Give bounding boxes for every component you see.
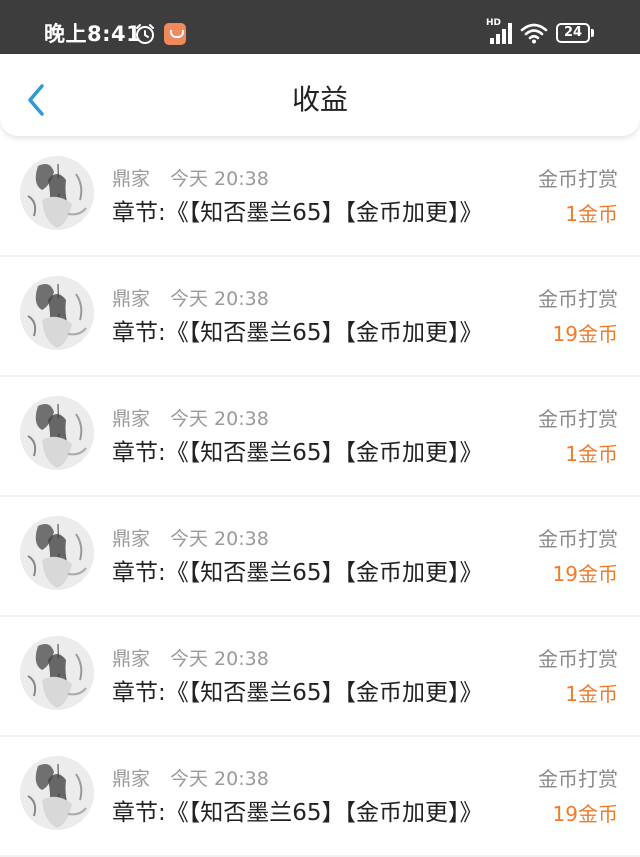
avatar-image (20, 156, 94, 230)
list-item[interactable]: 鼎家 今天 20:38 章节:《【知否墨兰65】【金币加更】》 金币打赏 1金币 (0, 137, 640, 255)
chapter-title: 章节:《【知否墨兰65】【金币加更】》 (112, 560, 483, 586)
avatar[interactable] (20, 156, 94, 230)
avatar[interactable] (20, 756, 94, 830)
username: 鼎家 (112, 648, 151, 670)
reward-amount: 1金币 (565, 202, 618, 226)
chapter-title: 章节:《【知否墨兰65】【金币加更】》 (112, 320, 483, 346)
chapter-title: 章节:《【知否墨兰65】【金币加更】》 (112, 200, 483, 226)
list-item[interactable]: 鼎家 今天 20:38 章节:《【知否墨兰65】【金币加更】》 金币打赏 1金币 (0, 377, 640, 495)
avatar-image (20, 636, 94, 710)
username: 鼎家 (112, 768, 151, 790)
chapter-title: 章节:《【知否墨兰65】【金币加更】》 (112, 680, 483, 706)
app-notification-icon (164, 23, 186, 45)
chapter-title: 章节:《【知否墨兰65】【金币加更】》 (112, 440, 483, 466)
status-bar: 晚上8:41 HD 24 (0, 0, 640, 54)
timestamp: 今天 20:38 (170, 768, 269, 790)
alarm-clock-icon (136, 24, 154, 44)
avatar[interactable] (20, 516, 94, 590)
reward-amount: 19金币 (552, 562, 618, 586)
reward-amount: 19金币 (552, 802, 618, 826)
timestamp: 今天 20:38 (170, 168, 269, 190)
avatar-image (20, 276, 94, 350)
list-item[interactable]: 鼎家 今天 20:38 章节:《【知否墨兰65】【金币加更】》 金币打赏 1金币 (0, 617, 640, 735)
username: 鼎家 (112, 288, 151, 310)
list-item[interactable]: 鼎家 今天 20:38 章节:《【知否墨兰65】【金币加更】》 金币打赏 19金… (0, 257, 640, 375)
username: 鼎家 (112, 528, 151, 550)
reward-type: 金币打赏 (538, 287, 618, 311)
reward-amount: 1金币 (565, 682, 618, 706)
reward-type: 金币打赏 (538, 647, 618, 671)
list-item[interactable]: 鼎家 今天 20:38 章节:《【知否墨兰65】【金币加更】》 金币打赏 19金… (0, 497, 640, 615)
chapter-title: 章节:《【知否墨兰65】【金币加更】》 (112, 800, 483, 826)
username: 鼎家 (112, 168, 151, 190)
reward-type: 金币打赏 (538, 407, 618, 431)
status-time: 晚上8:41 (44, 22, 142, 46)
avatar-image (20, 756, 94, 830)
avatar[interactable] (20, 276, 94, 350)
avatar[interactable] (20, 636, 94, 710)
reward-type: 金币打赏 (538, 767, 618, 791)
avatar-image (20, 396, 94, 470)
timestamp: 今天 20:38 (170, 288, 269, 310)
reward-type: 金币打赏 (538, 167, 618, 191)
reward-amount: 19金币 (552, 322, 618, 346)
timestamp: 今天 20:38 (170, 528, 269, 550)
timestamp: 今天 20:38 (170, 648, 269, 670)
nav-bar: 收益 (0, 54, 640, 136)
avatar-image (20, 516, 94, 590)
page-title: 收益 (291, 83, 348, 116)
cellular-signal-icon (490, 23, 512, 44)
income-list: 鼎家 今天 20:38 章节:《【知否墨兰65】【金币加更】》 金币打赏 1金币… (0, 137, 640, 857)
reward-amount: 1金币 (565, 442, 618, 466)
list-item[interactable]: 鼎家 今天 20:38 章节:《【知否墨兰65】【金币加更】》 金币打赏 19金… (0, 737, 640, 855)
username: 鼎家 (112, 408, 151, 430)
battery-icon: 24 (556, 23, 590, 43)
avatar[interactable] (20, 396, 94, 470)
battery-tip (591, 29, 594, 37)
reward-type: 金币打赏 (538, 527, 618, 551)
timestamp: 今天 20:38 (170, 408, 269, 430)
wifi-icon (520, 23, 548, 44)
